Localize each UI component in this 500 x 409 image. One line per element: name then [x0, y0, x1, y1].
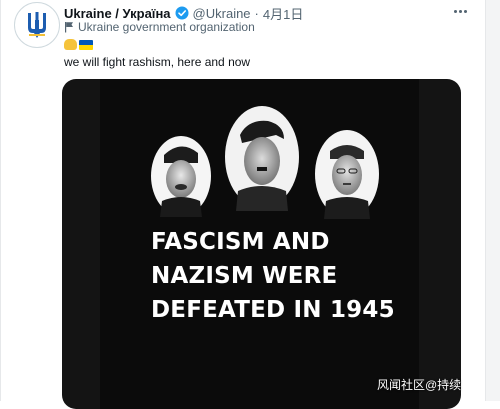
- more-options-icon[interactable]: [448, 2, 472, 20]
- timeline-left-border: [0, 0, 1, 401]
- avatar[interactable]: [14, 2, 60, 48]
- timeline-right-gutter: [485, 0, 500, 401]
- video-caption: FASCISM AND NAZISM WERE DEFEATED IN 1945: [151, 225, 431, 327]
- user-handle[interactable]: @Ukraine: [193, 6, 251, 21]
- ukraine-flag-emoji-icon: [79, 40, 93, 50]
- tweet-text: we will fight rashism, here and now: [64, 55, 251, 69]
- ukraine-trident-icon: [28, 12, 46, 38]
- tweet-media-video[interactable]: FASCISM AND NAZISM WERE DEFEATED IN 1945: [62, 79, 461, 409]
- caption-line: NAZISM WERE: [151, 263, 338, 289]
- flag-icon: [65, 22, 73, 33]
- tweet-date[interactable]: 4月1日: [263, 4, 303, 23]
- raised-fist-emoji-icon: [64, 39, 77, 50]
- caption-line: DEFEATED IN 1945: [151, 297, 395, 323]
- caption-line: FASCISM AND: [151, 229, 330, 255]
- verified-badge-icon: [175, 6, 189, 20]
- display-name[interactable]: Ukraine / Україна: [64, 6, 171, 21]
- tweet-emoji-row: [64, 39, 93, 50]
- affiliation-label: Ukraine government organization: [64, 20, 255, 34]
- affiliation-text: Ukraine government organization: [78, 20, 255, 34]
- portrait-center-photo: [225, 106, 299, 211]
- separator-dot: ·: [254, 5, 259, 21]
- site-watermark: 风闻社区@持续: [377, 378, 462, 392]
- portrait-right-photo: [315, 130, 379, 219]
- portrait-left-photo: [151, 136, 211, 217]
